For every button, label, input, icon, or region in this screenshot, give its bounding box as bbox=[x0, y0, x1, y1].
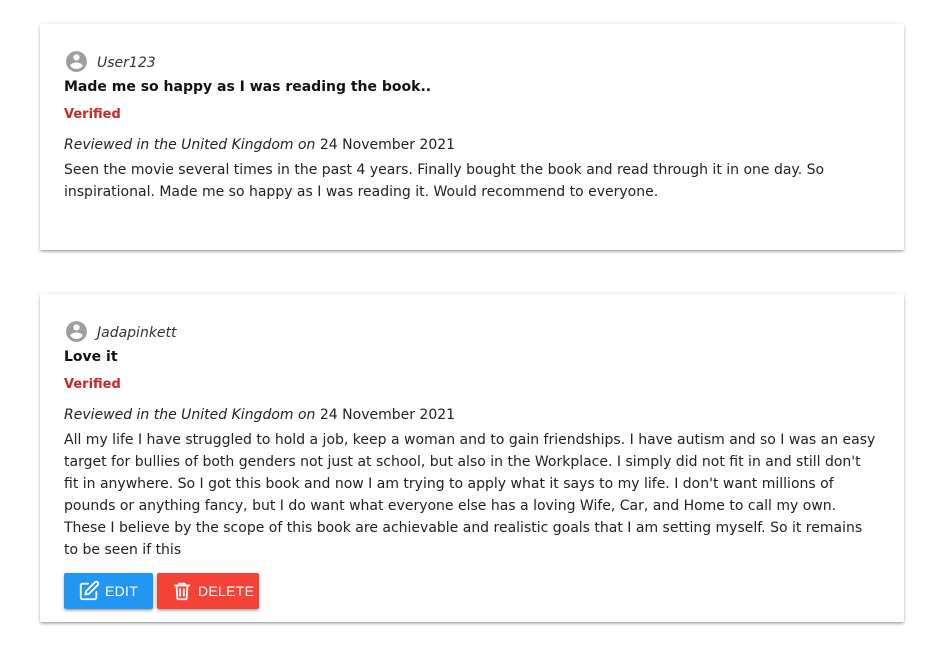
edit-square-icon bbox=[78, 580, 100, 602]
review-actions: Edit Delete bbox=[64, 573, 880, 609]
review-author: User123 bbox=[97, 55, 156, 71]
review-location: Reviewed in the United Kingdom on bbox=[64, 407, 316, 423]
review-card: Jadapinkett Love it Verified Reviewed in… bbox=[40, 294, 904, 622]
review-date: 24 November 2021 bbox=[319, 137, 456, 153]
review-meta: Reviewed in the United Kingdom on 24 Nov… bbox=[64, 135, 880, 155]
review-date: 24 November 2021 bbox=[319, 407, 456, 423]
review-title: Made me so happy as I was reading the bo… bbox=[64, 79, 432, 95]
verified-badge: Verified bbox=[64, 377, 121, 392]
review-body: Seen the movie several times in the past… bbox=[64, 162, 825, 200]
verified-badge: Verified bbox=[64, 107, 121, 122]
account-circle-icon bbox=[64, 49, 89, 74]
account-circle-icon bbox=[64, 319, 89, 344]
review-meta: Reviewed in the United Kingdom on 24 Nov… bbox=[64, 405, 880, 425]
delete-button[interactable]: Delete bbox=[157, 573, 259, 609]
edit-button[interactable]: Edit bbox=[64, 573, 153, 609]
review-author: Jadapinkett bbox=[97, 325, 177, 341]
review-author-row: Jadapinkett bbox=[64, 318, 880, 344]
review-body: All my life I have struggled to hold a j… bbox=[64, 432, 876, 558]
delete-button-label: Delete bbox=[198, 583, 255, 599]
review-card: User123 Made me so happy as I was readin… bbox=[40, 24, 904, 250]
edit-button-label: Edit bbox=[105, 583, 139, 599]
review-title: Love it bbox=[64, 349, 118, 365]
review-author-row: User123 bbox=[64, 48, 880, 74]
review-location: Reviewed in the United Kingdom on bbox=[64, 137, 316, 153]
trash-icon bbox=[171, 580, 193, 602]
